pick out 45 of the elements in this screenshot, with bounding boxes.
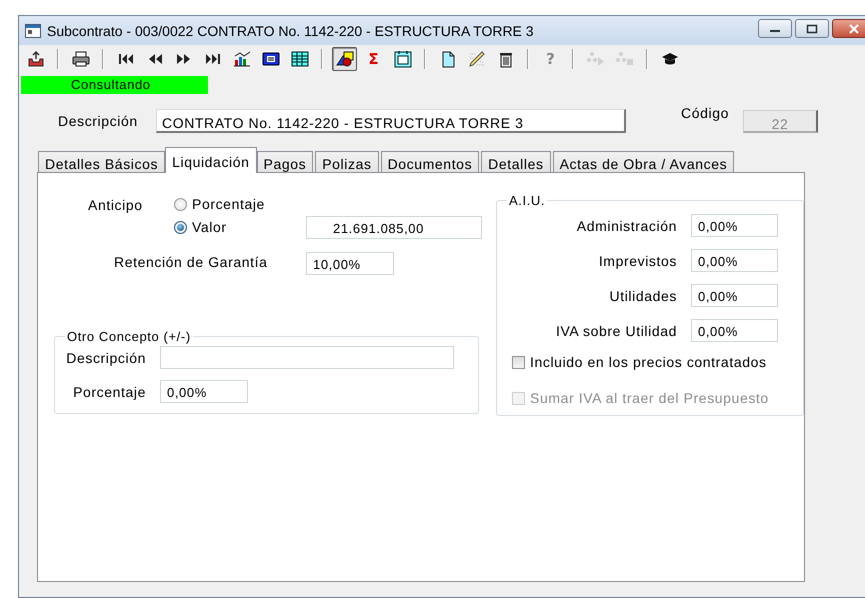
maximize-icon xyxy=(806,24,818,34)
tab[interactable]: Detalles xyxy=(481,151,551,172)
input-field[interactable]: 10,00% xyxy=(306,252,394,275)
field-label: Descripción xyxy=(65,350,146,366)
tab[interactable]: Polizas xyxy=(315,151,379,172)
toolbar-button[interactable]: Σ xyxy=(361,47,386,71)
input-field[interactable]: 0,00% xyxy=(691,249,778,272)
field-label: Porcentaje xyxy=(72,384,146,400)
tab[interactable]: Detalles Básicos xyxy=(38,151,166,172)
checkbox-label: Sumar IVA al traer del Presupuesto xyxy=(530,390,769,406)
checkbox[interactable] xyxy=(512,356,525,368)
input-field[interactable]: CONTRATO No. 1142-220 - ESTRUCTURA TORRE 3 xyxy=(156,109,626,133)
field-label: Administración xyxy=(576,218,677,234)
minimize-button[interactable] xyxy=(758,19,792,38)
checkbox-label: Incluido en los precios contratados xyxy=(530,354,767,370)
input-field[interactable]: 0,00% xyxy=(691,214,778,237)
field-label: Retención de Garantía xyxy=(113,253,268,270)
window-icon xyxy=(25,24,41,38)
field-label: Imprevistos xyxy=(598,252,677,268)
tab[interactable]: Pagos xyxy=(256,151,314,172)
close-icon xyxy=(848,24,860,34)
input-field[interactable]: 0,00% xyxy=(691,284,778,307)
radio-button[interactable] xyxy=(174,220,187,234)
input-field[interactable]: 21.691.085,00 xyxy=(306,216,482,238)
tab[interactable]: Liquidación xyxy=(165,147,257,173)
input-field[interactable]: 0,00% xyxy=(160,380,248,403)
field-label: Utilidades xyxy=(608,288,677,304)
field-label: IVA sobre Utilidad xyxy=(554,322,677,338)
radio-button[interactable] xyxy=(174,198,187,210)
group-title: A.I.U. xyxy=(508,193,546,208)
shapes-icon[interactable] xyxy=(332,47,357,71)
window-title: Subcontrato - 003/0022 CONTRATO No. 1142-220 - ESTRUCTURA TORRE 3 xyxy=(47,22,535,38)
input-field[interactable]: 0,00% xyxy=(691,319,778,342)
status-bar: Consultando xyxy=(21,76,208,94)
group-title: Otro Concepto (+/-) xyxy=(66,329,192,344)
field-label: Descripción xyxy=(58,113,139,129)
radio-label: Porcentaje xyxy=(192,196,265,212)
radio-label: Valor xyxy=(192,219,227,235)
field-label: Anticipo xyxy=(87,196,144,213)
maximize-button[interactable] xyxy=(795,19,829,38)
tab[interactable]: Documentos xyxy=(380,151,480,172)
input-field[interactable] xyxy=(160,346,454,369)
field-label: Código xyxy=(681,105,730,121)
tab[interactable]: Actas de Obra / Avances xyxy=(552,151,734,172)
close-button[interactable] xyxy=(832,19,865,38)
